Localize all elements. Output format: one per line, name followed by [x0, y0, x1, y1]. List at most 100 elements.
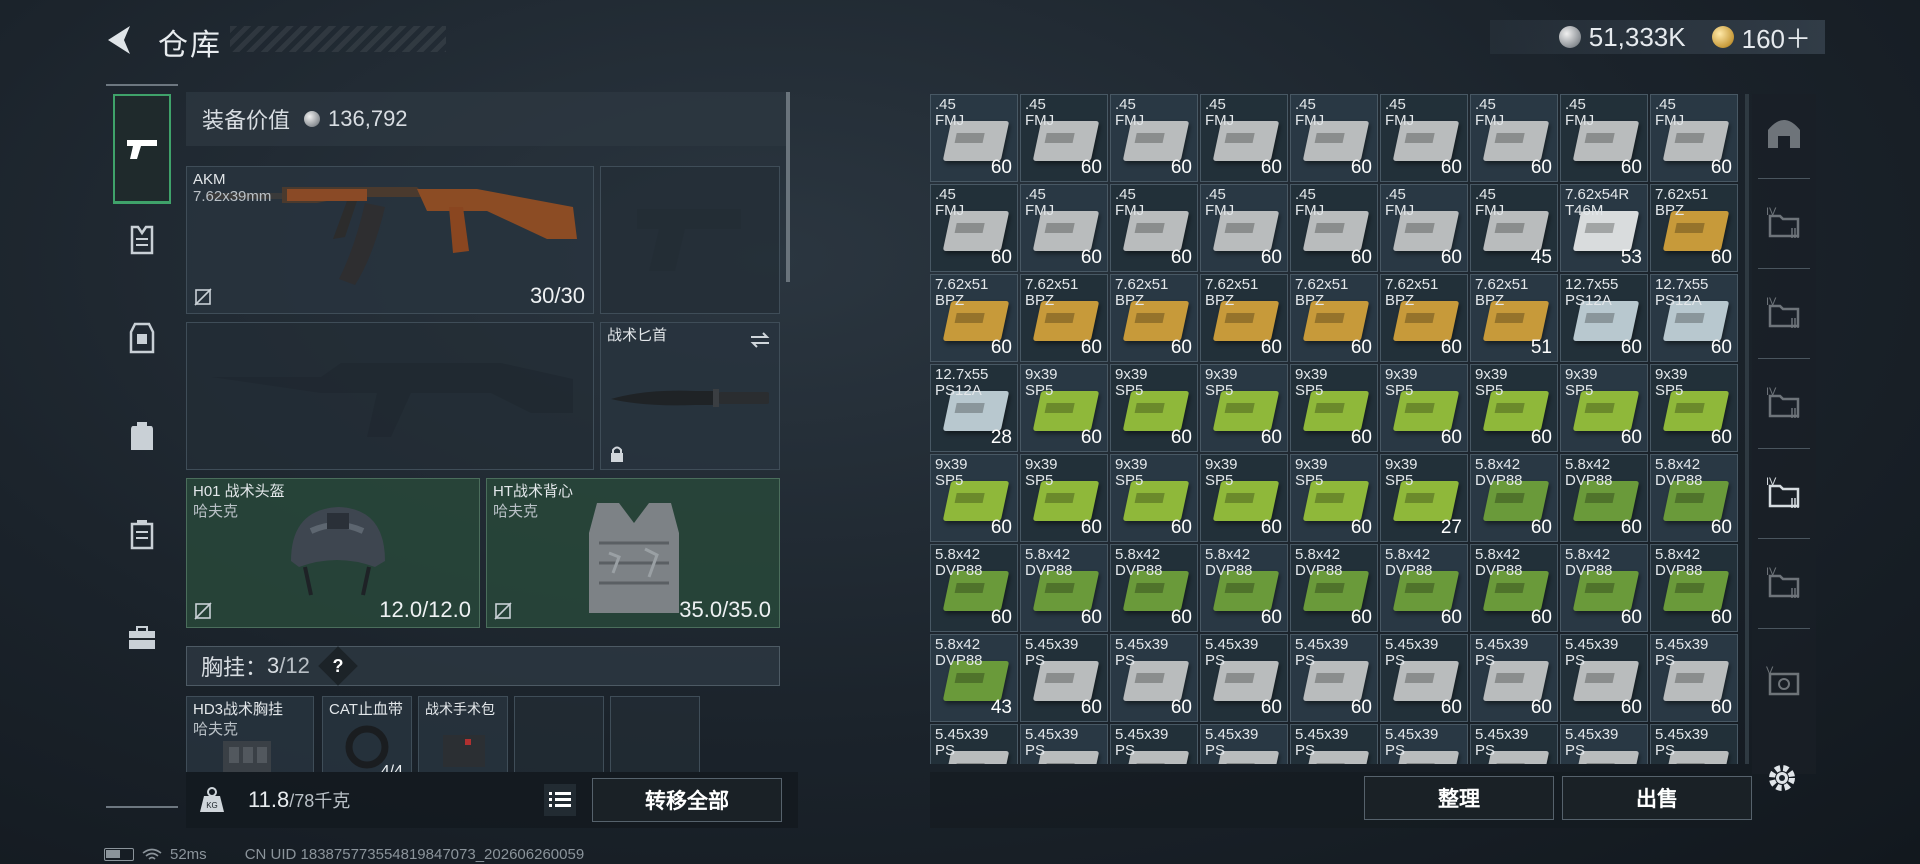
help-button[interactable]: ?: [318, 646, 358, 686]
equipment-scrollbar[interactable]: [786, 92, 790, 282]
ammo-cell[interactable]: 5.45x39 PS 60: [1290, 634, 1378, 722]
sell-button[interactable]: 出售: [1562, 776, 1752, 820]
nav-case[interactable]: [112, 608, 172, 668]
ammo-cell[interactable]: 9x39 SP5 60: [1650, 364, 1738, 452]
ammo-cell[interactable]: 9x39 SP5 60: [1290, 454, 1378, 542]
tab-all[interactable]: [1760, 108, 1808, 156]
ammo-cell[interactable]: 5.8x42 DVP88 60: [1560, 454, 1648, 542]
ammo-cell[interactable]: 9x39 SP5 60: [1110, 364, 1198, 452]
ammo-cell[interactable]: 5.45x39 PS 60: [1200, 634, 1288, 722]
ammo-cell[interactable]: 5.45x39 PS: [930, 724, 1018, 764]
tab-v[interactable]: V: [1760, 656, 1808, 704]
ammo-cell[interactable]: 7.62x51 BPZ 60: [1290, 274, 1378, 362]
swap-icon[interactable]: [749, 331, 771, 349]
ammo-cell[interactable]: 9x39 SP5 60: [930, 454, 1018, 542]
ammo-cell[interactable]: 7.62x51 BPZ 60: [1200, 274, 1288, 362]
ammo-cell[interactable]: 9x39 SP5 60: [1020, 364, 1108, 452]
ammo-cell[interactable]: 5.45x39 PS: [1200, 724, 1288, 764]
ammo-cell[interactable]: 9x39 SP5 60: [1380, 364, 1468, 452]
vest-slot[interactable]: HT战术背心 哈夫克 35.0/35.0: [486, 478, 780, 628]
ammo-cell[interactable]: .45 FMJ 60: [1380, 94, 1468, 182]
ammo-cell[interactable]: 5.45x39 PS 60: [1110, 634, 1198, 722]
ammo-cell[interactable]: .45 FMJ 60: [1110, 184, 1198, 272]
nav-weapons[interactable]: [113, 94, 171, 204]
ammo-cell[interactable]: 5.45x39 PS: [1020, 724, 1108, 764]
ammo-cell[interactable]: 9x39 SP5 60: [1200, 364, 1288, 452]
ammo-cell[interactable]: 5.45x39 PS 60: [1020, 634, 1108, 722]
ammo-cell[interactable]: 9x39 SP5 60: [1020, 454, 1108, 542]
chest-empty-slot[interactable]: [610, 696, 700, 772]
chest-empty-slot[interactable]: [514, 696, 604, 772]
nav-armor[interactable]: [112, 210, 172, 270]
ammo-cell[interactable]: .45 FMJ 60: [1200, 94, 1288, 182]
storage-scrollbar[interactable]: [1745, 94, 1749, 764]
ammo-cell[interactable]: 5.45x39 PS: [1110, 724, 1198, 764]
ammo-cell[interactable]: .45 FMJ 60: [1290, 94, 1378, 182]
sidearm-slot[interactable]: [600, 166, 780, 314]
ammo-cell[interactable]: 5.45x39 PS 60: [1470, 634, 1558, 722]
ammo-cell[interactable]: 7.62x51 BPZ 60: [1650, 184, 1738, 272]
ammo-cell[interactable]: .45 FMJ 60: [1200, 184, 1288, 272]
tab-iv-4[interactable]: IV: [1760, 468, 1808, 516]
ammo-cell[interactable]: .45 FMJ 60: [1290, 184, 1378, 272]
back-button[interactable]: [100, 20, 140, 60]
knife-slot[interactable]: 战术匕首: [600, 322, 780, 470]
transfer-all-button[interactable]: 转移全部: [592, 778, 782, 822]
ammo-cell[interactable]: 5.8x42 DVP88 60: [1560, 544, 1648, 632]
chest-rig-slot[interactable]: HD3战术胸挂 哈夫克: [186, 696, 314, 772]
tab-iv-1[interactable]: IV: [1760, 198, 1808, 246]
ammo-cell[interactable]: 12.7x55 PS12A 60: [1650, 274, 1738, 362]
ammo-cell[interactable]: .45 FMJ 60: [930, 94, 1018, 182]
ammo-cell[interactable]: 5.45x39 PS 60: [1650, 634, 1738, 722]
list-view-button[interactable]: [544, 784, 576, 816]
settings-button[interactable]: [1762, 758, 1802, 798]
helmet-slot[interactable]: H01 战术头盔 哈夫克 12.0/12.0: [186, 478, 480, 628]
ammo-cell[interactable]: 7.62x51 BPZ 51: [1470, 274, 1558, 362]
ammo-cell[interactable]: 7.62x51 BPZ 60: [1020, 274, 1108, 362]
ammo-cell[interactable]: 5.45x39 PS 60: [1560, 634, 1648, 722]
ammo-cell[interactable]: .45 FMJ 60: [1380, 184, 1468, 272]
ammo-cell[interactable]: .45 FMJ 45: [1470, 184, 1558, 272]
ammo-cell[interactable]: 9x39 SP5 60: [1560, 364, 1648, 452]
ammo-cell[interactable]: 7.62x54R T46M 53: [1560, 184, 1648, 272]
ammo-cell[interactable]: 7.62x51 BPZ 60: [1380, 274, 1468, 362]
ammo-cell[interactable]: 9x39 SP5 60: [1110, 454, 1198, 542]
ammo-cell[interactable]: .45 FMJ 60: [1110, 94, 1198, 182]
gold-currency-value[interactable]: 160＋: [1742, 19, 1811, 56]
ammo-cell[interactable]: 5.8x42 DVP88 60: [1200, 544, 1288, 632]
ammo-cell[interactable]: 5.8x42 DVP88 60: [1650, 454, 1738, 542]
ammo-cell[interactable]: 9x39 SP5 60: [1470, 364, 1558, 452]
ammo-cell[interactable]: 5.45x39 PS: [1560, 724, 1648, 764]
ammo-cell[interactable]: 12.7x55 PS12A 28: [930, 364, 1018, 452]
ammo-cell[interactable]: .45 FMJ 60: [930, 184, 1018, 272]
ammo-cell[interactable]: .45 FMJ 60: [1020, 94, 1108, 182]
ammo-cell[interactable]: 7.62x51 BPZ 60: [1110, 274, 1198, 362]
ammo-cell[interactable]: 5.8x42 DVP88 60: [1290, 544, 1378, 632]
primary-weapon-slot[interactable]: AKM 7.62x39mm 30/30: [186, 166, 594, 314]
ammo-cell[interactable]: 12.7x55 PS12A 60: [1560, 274, 1648, 362]
ammo-cell[interactable]: 5.45x39 PS: [1380, 724, 1468, 764]
sort-button[interactable]: 整理: [1364, 776, 1554, 820]
ammo-cell[interactable]: .45 FMJ 60: [1470, 94, 1558, 182]
ammo-cell[interactable]: 7.62x51 BPZ 60: [930, 274, 1018, 362]
ammo-cell[interactable]: 5.45x39 PS: [1650, 724, 1738, 764]
ammo-cell[interactable]: 5.8x42 DVP88 60: [1020, 544, 1108, 632]
nav-backpack[interactable]: [112, 406, 172, 466]
ammo-cell[interactable]: 5.8x42 DVP88 60: [1650, 544, 1738, 632]
surgery-kit-slot[interactable]: 战术手术包: [418, 696, 508, 772]
ammo-cell[interactable]: 5.8x42 DVP88 60: [1380, 544, 1468, 632]
ammo-cell[interactable]: .45 FMJ 60: [1020, 184, 1108, 272]
ammo-cell[interactable]: .45 FMJ 60: [1560, 94, 1648, 182]
tab-iv-3[interactable]: IV: [1760, 378, 1808, 426]
ammo-cell[interactable]: 5.8x42 DVP88 60: [1110, 544, 1198, 632]
ammo-cell[interactable]: 5.45x39 PS: [1470, 724, 1558, 764]
tab-iv-5[interactable]: IV: [1760, 558, 1808, 606]
ammo-cell[interactable]: 5.8x42 DVP88 43: [930, 634, 1018, 722]
tourniquet-slot[interactable]: CAT止血带 4/4: [322, 696, 412, 772]
ammo-cell[interactable]: 5.45x39 PS 60: [1380, 634, 1468, 722]
nav-rig[interactable]: [112, 308, 172, 368]
ammo-cell[interactable]: 9x39 SP5 60: [1200, 454, 1288, 542]
nav-pouch[interactable]: [112, 504, 172, 564]
ammo-cell[interactable]: 5.45x39 PS: [1290, 724, 1378, 764]
ammo-cell[interactable]: 5.8x42 DVP88 60: [1470, 544, 1558, 632]
